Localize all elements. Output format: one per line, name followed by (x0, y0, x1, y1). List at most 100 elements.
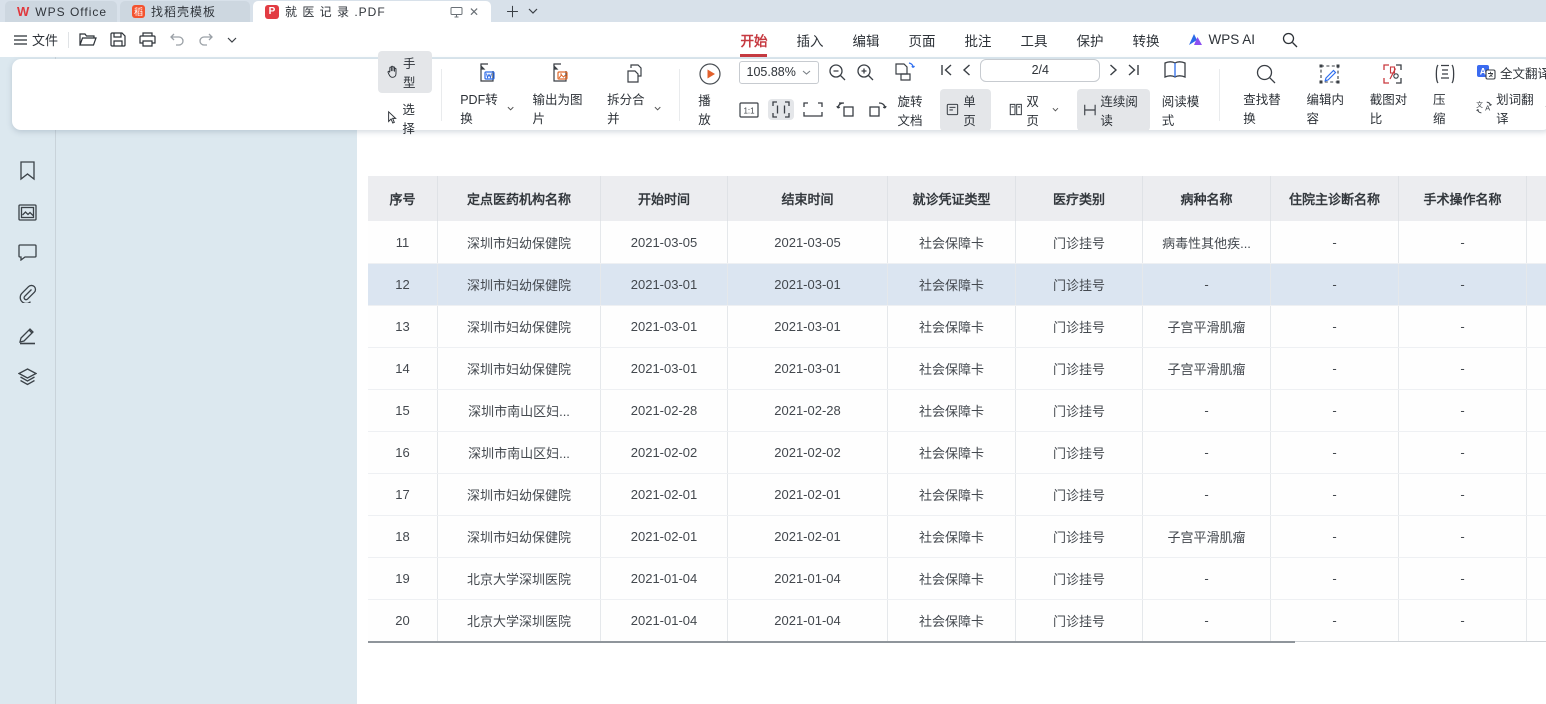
find-replace-label: 查找替换 (1243, 89, 1288, 127)
table-cell: 15 (368, 390, 438, 431)
split-merge-label: 拆分合并 (607, 89, 652, 127)
table-cell: 社会保障卡 (888, 558, 1016, 599)
double-page-button[interactable]: 双页 (1003, 89, 1065, 131)
table-row[interactable]: 20北京大学深圳医院2021-01-042021-01-04社会保障卡门诊挂号-… (368, 599, 1546, 641)
attachment-icon[interactable] (18, 284, 37, 303)
actual-size-button[interactable]: 1:1 (739, 102, 759, 118)
screenshot-compare-button[interactable]: 截图对比 (1361, 63, 1424, 127)
table-row[interactable]: 13深圳市妇幼保健院2021-03-012021-03-01社会保障卡门诊挂号子… (368, 305, 1546, 347)
continuous-read-button[interactable]: 连续阅读 (1077, 89, 1150, 131)
hand-tool-button[interactable]: 手型 (378, 51, 432, 93)
table-cell: 病毒性其他疾... (1143, 221, 1271, 263)
print-icon[interactable] (139, 32, 156, 47)
column-header: 开始时间 (601, 176, 728, 221)
tab-list-chevron-icon[interactable] (528, 8, 538, 14)
table-row[interactable]: 18深圳市妇幼保健院2021-02-012021-02-01社会保障卡门诊挂号子… (368, 515, 1546, 557)
menu-item-编辑[interactable]: 编辑 (852, 22, 879, 58)
menu-item-转换[interactable]: 转换 (1132, 22, 1159, 58)
rotate-right-button[interactable] (866, 101, 887, 118)
rotate-document-label[interactable]: 旋转文档 (898, 91, 928, 129)
column-header: 序号 (368, 176, 438, 221)
table-row[interactable]: 17深圳市妇幼保健院2021-02-012021-02-01社会保障卡门诊挂号-… (368, 473, 1546, 515)
play-icon (698, 62, 722, 86)
compress-icon (1433, 63, 1457, 85)
fit-page-button[interactable] (768, 99, 794, 120)
chevron-down-icon (802, 70, 811, 75)
find-replace-button[interactable]: 查找替换 (1234, 63, 1297, 127)
first-page-button[interactable] (940, 64, 953, 76)
present-on-screen-icon[interactable] (450, 6, 463, 18)
close-tab-icon[interactable]: ✕ (469, 5, 479, 19)
fit-width-button[interactable] (803, 102, 823, 117)
menu-item-批注[interactable]: 批注 (964, 22, 991, 58)
pdf-convert-button[interactable]: PDF转换 (451, 62, 523, 127)
rotate-left-button[interactable] (836, 101, 857, 118)
double-page-label: 双页 (1026, 91, 1047, 129)
compress-button[interactable]: 压缩 (1424, 63, 1466, 127)
quick-access-chevron-icon[interactable] (227, 37, 237, 43)
table-row[interactable]: 11深圳市妇幼保健院2021-03-052021-03-05社会保障卡门诊挂号病… (368, 221, 1546, 263)
zoom-in-button[interactable] (856, 63, 875, 82)
open-folder-icon[interactable] (79, 32, 97, 47)
tab-template-store[interactable]: 稻 找稻壳模板 (120, 1, 250, 22)
table-row[interactable]: 12深圳市妇幼保健院2021-03-012021-03-01社会保障卡门诊挂号-… (368, 263, 1546, 305)
table-cell: 深圳市南山区妇... (438, 390, 601, 431)
menu-item-工具[interactable]: 工具 (1020, 22, 1047, 58)
tab-wps-office[interactable]: W WPS Office (5, 1, 117, 22)
table-cell: 2021-02-01 (728, 516, 888, 557)
save-icon[interactable] (110, 32, 126, 47)
menu-item-插入[interactable]: 插入 (796, 22, 823, 58)
zoom-out-button[interactable] (828, 63, 847, 82)
table-row[interactable]: 19北京大学深圳医院2021-01-042021-01-04社会保障卡门诊挂号-… (368, 557, 1546, 599)
zoom-level-select[interactable]: 105.88% (739, 61, 819, 84)
page-number-input[interactable] (980, 59, 1100, 82)
table-row[interactable]: 15深圳市南山区妇...2021-02-282021-02-28社会保障卡门诊挂… (368, 389, 1546, 431)
prev-page-button[interactable] (962, 64, 971, 76)
new-tab-icon[interactable]: ＋ (505, 1, 520, 22)
template-doc-icon: 稻 (132, 5, 145, 18)
pdf-page[interactable]: 序号定点医药机构名称开始时间结束时间就诊凭证类型医疗类别病种名称住院主诊断名称手… (357, 130, 1546, 704)
table-cell: 社会保障卡 (888, 348, 1016, 389)
table-row[interactable]: 14深圳市妇幼保健院2021-03-012021-03-01社会保障卡门诊挂号子… (368, 347, 1546, 389)
zoom-level-value: 105.88% (747, 65, 796, 79)
read-mode-button[interactable] (1163, 60, 1187, 80)
table-cell: - (1399, 516, 1527, 557)
full-translate-button[interactable]: A 全文翻译 (1476, 63, 1546, 82)
menu-item-页面[interactable]: 页面 (908, 22, 935, 58)
play-button[interactable]: 播放 (689, 62, 731, 128)
select-tool-button[interactable]: 选择 (378, 97, 432, 139)
table-cell: 2021-03-05 (601, 221, 728, 263)
file-menu-button[interactable]: 文件 (14, 30, 58, 49)
comment-icon[interactable] (18, 244, 37, 261)
tab-label: WPS Office (35, 5, 107, 19)
tab-document-pdf[interactable]: P 就 医 记 录 .PDF ✕ (253, 1, 491, 22)
split-merge-button[interactable]: 拆分合并 (598, 62, 670, 127)
tab-label: 就 医 记 录 .PDF (285, 3, 444, 20)
menu-item-开始[interactable]: 开始 (740, 22, 767, 58)
find-replace-icon (1255, 63, 1277, 85)
column-header: 结束时间 (728, 176, 888, 221)
rotate-document-button[interactable] (892, 61, 916, 83)
thumbnail-icon[interactable] (18, 204, 37, 221)
search-icon[interactable] (1282, 32, 1298, 48)
undo-icon[interactable] (169, 33, 185, 46)
table-cell: 2021-02-01 (601, 516, 728, 557)
divider (679, 69, 680, 121)
read-mode-label[interactable]: 阅读模式 (1162, 91, 1206, 129)
export-image-button[interactable]: 输出为图片 (524, 62, 599, 127)
redo-icon[interactable] (198, 33, 214, 46)
single-page-button[interactable]: 单页 (940, 89, 990, 131)
wps-ai-button[interactable]: WPS AI (1188, 32, 1255, 47)
signature-icon[interactable] (18, 326, 37, 345)
next-page-button[interactable] (1109, 64, 1118, 76)
menu-item-保护[interactable]: 保护 (1076, 22, 1103, 58)
table-row[interactable]: 16深圳市南山区妇...2021-02-022021-02-02社会保障卡门诊挂… (368, 431, 1546, 473)
edit-content-button[interactable]: 编辑内容 (1298, 63, 1361, 127)
word-translate-button[interactable]: 文A 划词翻译 (1476, 89, 1546, 127)
table-cell: 深圳市妇幼保健院 (438, 306, 601, 347)
last-page-button[interactable] (1127, 64, 1140, 76)
bookmark-icon[interactable] (19, 161, 36, 181)
layers-icon[interactable] (18, 368, 37, 387)
table-cell: 门诊挂号 (1016, 264, 1143, 305)
word-translate-icon: 文A (1476, 99, 1492, 116)
